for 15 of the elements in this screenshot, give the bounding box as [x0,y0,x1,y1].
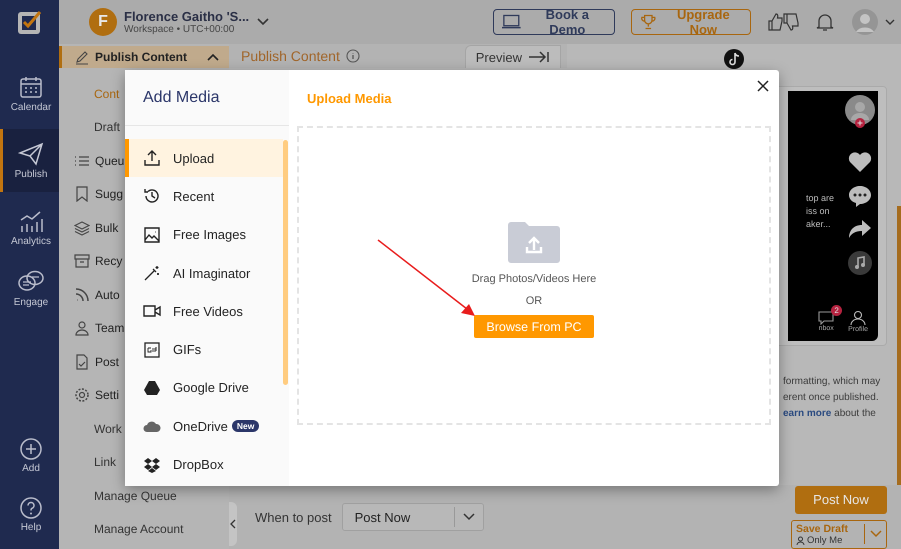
caption-text: aker... [806,218,832,231]
or-separator: OR [526,295,542,307]
workspace-avatar: F [89,8,117,36]
upload-media-heading: Upload Media [306,90,393,108]
dialog-title: Add Media [125,70,289,126]
notification-badge: 2 [831,304,842,316]
workspace-timezone: Workspace • UTC+00:00 [124,24,236,35]
page-title: Publish Content [241,48,340,64]
new-badge: New [232,420,260,432]
caption-text: iss on [806,205,831,218]
workspace-name: Florence Gaitho 'S... [124,9,250,24]
caption-text: top are [806,192,836,205]
drop-hint: Drag Photos/Videos Here [472,273,596,285]
formatting-note: formatting, which may erent once published. earn more about the [783,375,882,421]
when-to-post-label: When to post [255,510,332,524]
